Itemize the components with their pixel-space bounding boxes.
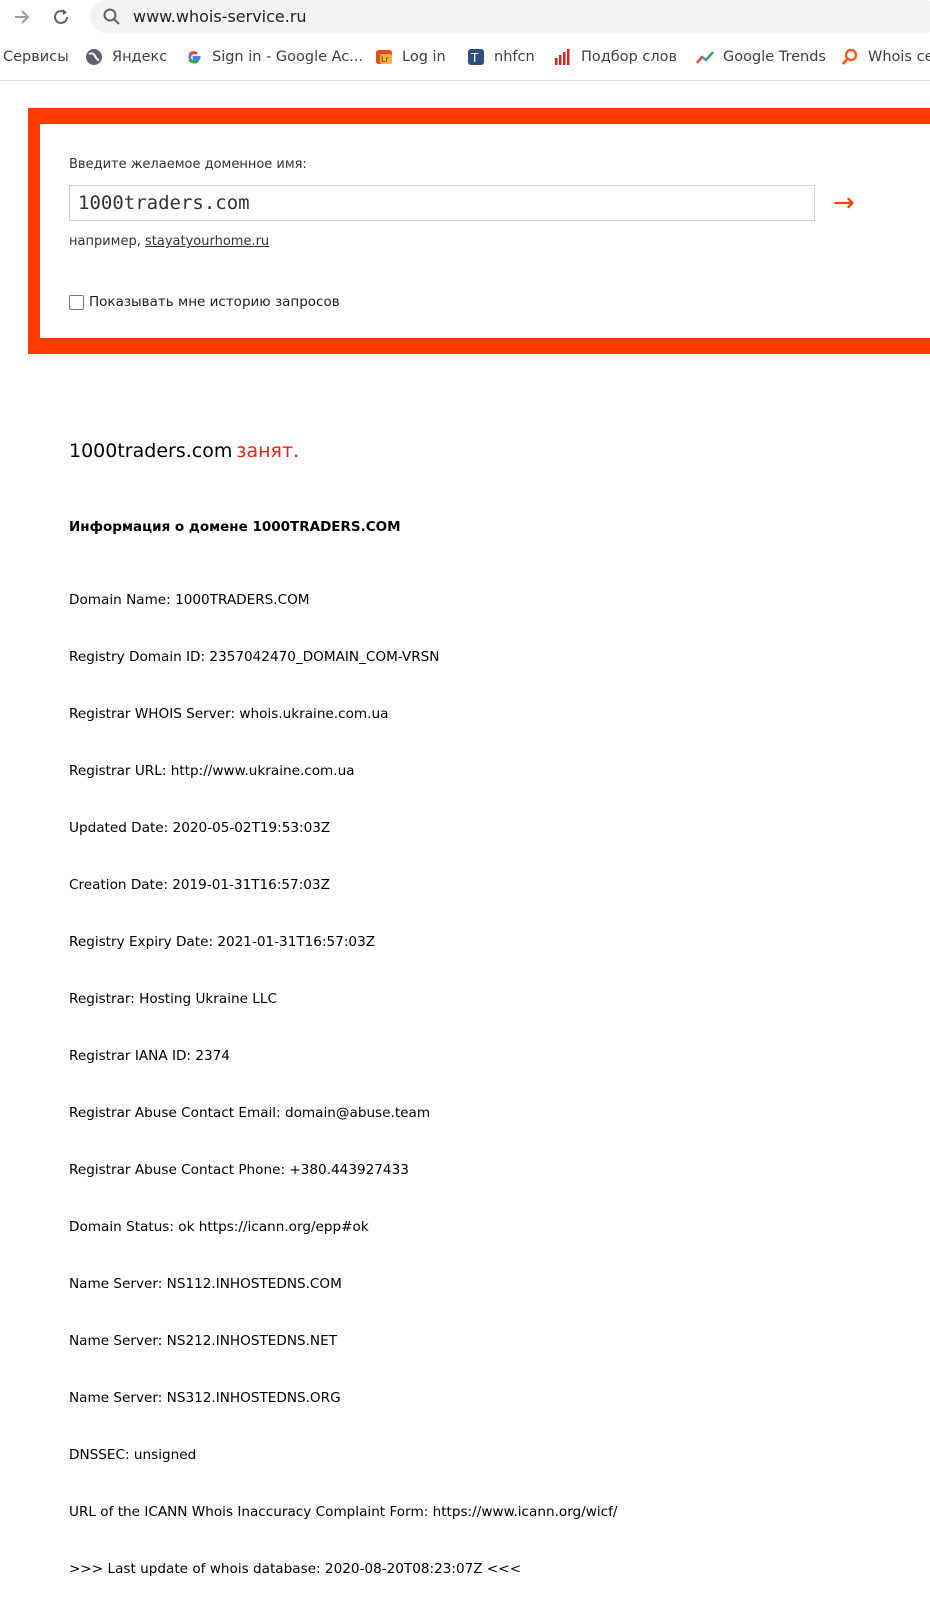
whois-line: >>> Last update of whois database: 2020-… [69,1561,522,1577]
bookmark-nhfcn[interactable]: T nhfcn [467,46,535,68]
whois-search-icon [841,48,859,66]
history-checkbox[interactable] [69,294,84,310]
whois-line: Registrar: Hosting Ukraine LLC [69,991,277,1007]
bookmark-label: Сервисы [3,49,69,65]
whois-line: Name Server: NS212.INHOSTEDNS.NET [69,1333,337,1349]
bookmark-label: Google Trends [723,49,826,65]
example-link[interactable]: stayatyourhome.ru [145,234,269,249]
bookmark-services[interactable]: Сервисы [3,46,69,68]
result-domain: 1000traders.com [69,440,233,462]
result-status: занят. [236,440,300,462]
bookmark-label: nhfcn [494,49,535,65]
whois-line: URL of the ICANN Whois Inaccuracy Compla… [69,1504,618,1520]
example-hint: например, stayatyourhome.ru [69,234,269,249]
whois-line: Registrar Abuse Contact Phone: +380.4439… [69,1162,409,1178]
bar-chart-icon [554,48,572,66]
whois-line: Creation Date: 2019-01-31T16:57:03Z [69,877,330,893]
bookmark-word-selection[interactable]: Подбор слов [554,46,677,68]
bookmark-label: Яндекс [112,49,168,65]
whois-line: Registrar IANA ID: 2374 [69,1048,230,1064]
whois-record: Domain Name: 1000TRADERS.COM Registry Do… [69,553,618,1598]
svg-text:T: T [470,51,479,65]
bookmark-google-trends[interactable]: Google Trends [696,46,826,68]
address-url[interactable]: www.whois-service.ru [133,6,307,28]
trends-icon [696,48,714,66]
whois-line: Domain Name: 1000TRADERS.COM [69,592,310,608]
globe-icon [85,48,103,66]
bookmark-login[interactable]: Lr Log in [375,46,446,68]
google-icon [185,48,203,66]
bookmarks-bar: Сервисы Яндекс Sign in - Google Ac... Lr… [0,34,930,81]
whois-line: Registrar Abuse Contact Email: domain@ab… [69,1105,431,1121]
info-title: Информация о домене 1000TRADERS.COM [69,519,401,535]
whois-line: Name Server: NS312.INHOSTEDNS.ORG [69,1390,341,1406]
bookmark-label: Sign in - Google Ac... [212,49,364,65]
login-site-icon: Lr [375,48,393,66]
whois-line: Registrar WHOIS Server: whois.ukraine.co… [69,706,389,722]
bookmark-google-signin[interactable]: Sign in - Google Ac... [185,46,363,68]
whois-line: DNSSEC: unsigned [69,1447,197,1463]
bookmark-whois[interactable]: Whois ce [841,46,930,68]
forward-arrow-icon[interactable] [12,7,32,27]
bookmark-label: Подбор слов [581,49,678,65]
whois-line: Registry Domain ID: 2357042470_DOMAIN_CO… [69,649,440,665]
whois-line: Domain Status: ok https://icann.org/epp#… [69,1219,369,1235]
whois-line: Registrar URL: http://www.ukraine.com.ua [69,763,355,779]
submit-arrow-icon[interactable]: → [833,188,855,218]
browser-toolbar: www.whois-service.ru [0,0,930,34]
whois-line: Name Server: NS112.INHOSTEDNS.COM [69,1276,342,1292]
bookmark-label: Log in [402,49,446,65]
bookmark-label: Whois ce [868,49,930,65]
history-option[interactable]: Показывать мне историю запросов [69,294,340,310]
result-heading: 1000traders.com занят. [69,440,299,462]
example-prefix: например, [69,234,141,249]
svg-text:Lr: Lr [381,55,389,64]
domain-input[interactable]: 1000traders.com [69,185,815,221]
search-icon [102,7,122,27]
domain-prompt: Введите желаемое доменное имя: [69,157,307,172]
whois-line: Updated Date: 2020-05-02T19:53:03Z [69,820,331,836]
whois-line: Registry Expiry Date: 2021-01-31T16:57:0… [69,934,376,950]
history-label: Показывать мне историю запросов [89,294,340,310]
bookmark-yandex[interactable]: Яндекс [85,46,167,68]
reload-icon[interactable] [50,6,72,28]
nhfcn-site-icon: T [467,48,485,66]
